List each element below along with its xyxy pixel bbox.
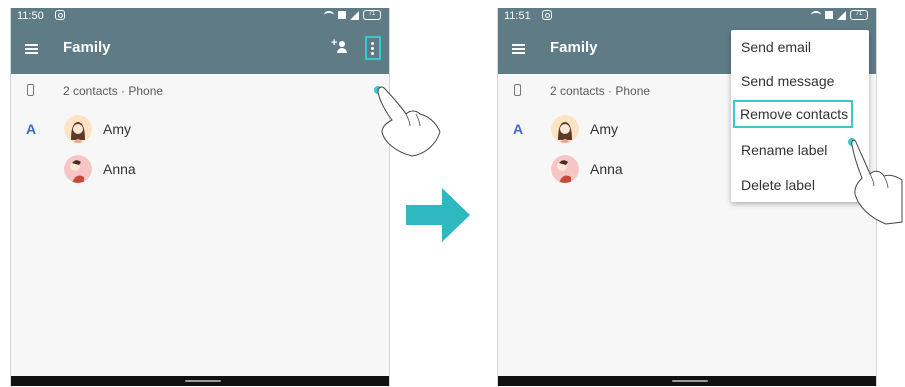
contact-name: Amy: [103, 121, 131, 137]
status-bar: 11:50 71: [11, 8, 389, 24]
section-letter: A: [26, 121, 37, 137]
page-title: Family: [63, 39, 111, 56]
signal-icon: [837, 10, 846, 20]
phone-screen-step-2: 11:51 71 Family 2 contacts · Phone A Amy: [497, 8, 877, 386]
contact-count-text: 2 contacts · Phone: [63, 84, 164, 98]
overflow-menu-icon[interactable]: [365, 36, 381, 60]
list-item[interactable]: A Amy: [11, 112, 389, 148]
camera-icon: [55, 10, 65, 20]
contact-name: Anna: [103, 161, 136, 177]
list-item[interactable]: Anna: [11, 152, 389, 188]
menu-item-send-email[interactable]: Send email: [731, 30, 869, 64]
avatar: [551, 115, 579, 143]
contact-count-text: 2 contacts · Phone: [550, 84, 651, 98]
phone-screen-step-1: 11:50 71 Family + 2 contacts · Phone A A…: [10, 8, 390, 386]
contact-name: Anna: [590, 161, 623, 177]
menu-item-remove-contacts[interactable]: Remove contacts: [731, 98, 869, 132]
next-step-arrow-icon: [406, 188, 470, 242]
battery-icon: 71: [850, 10, 868, 20]
menu-item-send-message[interactable]: Send message: [731, 64, 869, 98]
contact-name: Amy: [590, 121, 618, 137]
navigation-bar: [11, 376, 389, 386]
page-title: Family: [550, 39, 598, 56]
camera-icon: [542, 10, 552, 20]
phone-icon: [27, 84, 34, 96]
avatar: [551, 155, 579, 183]
signal-icon: [350, 10, 359, 20]
navigation-bar: [498, 376, 876, 386]
avatar: [64, 115, 92, 143]
tap-hand-icon: [374, 86, 441, 157]
account-summary-row: 2 contacts · Phone: [11, 82, 389, 102]
section-letter: A: [513, 121, 524, 137]
status-time: 11:50: [17, 10, 44, 22]
status-bar: 11:51 71: [498, 8, 876, 24]
battery-icon: 71: [363, 10, 381, 20]
sim-icon: [338, 11, 346, 19]
home-indicator[interactable]: [185, 380, 221, 382]
wifi-icon: [811, 11, 821, 19]
menu-icon[interactable]: [25, 44, 38, 54]
wifi-icon: [324, 11, 334, 19]
status-time: 11:51: [504, 10, 531, 22]
phone-icon: [514, 84, 521, 96]
avatar: [64, 155, 92, 183]
home-indicator[interactable]: [672, 380, 708, 382]
add-contact-icon[interactable]: +: [331, 37, 349, 55]
sim-icon: [825, 11, 833, 19]
tap-hand-icon: [848, 138, 903, 225]
menu-icon[interactable]: [512, 44, 525, 54]
toolbar: Family +: [11, 24, 389, 74]
